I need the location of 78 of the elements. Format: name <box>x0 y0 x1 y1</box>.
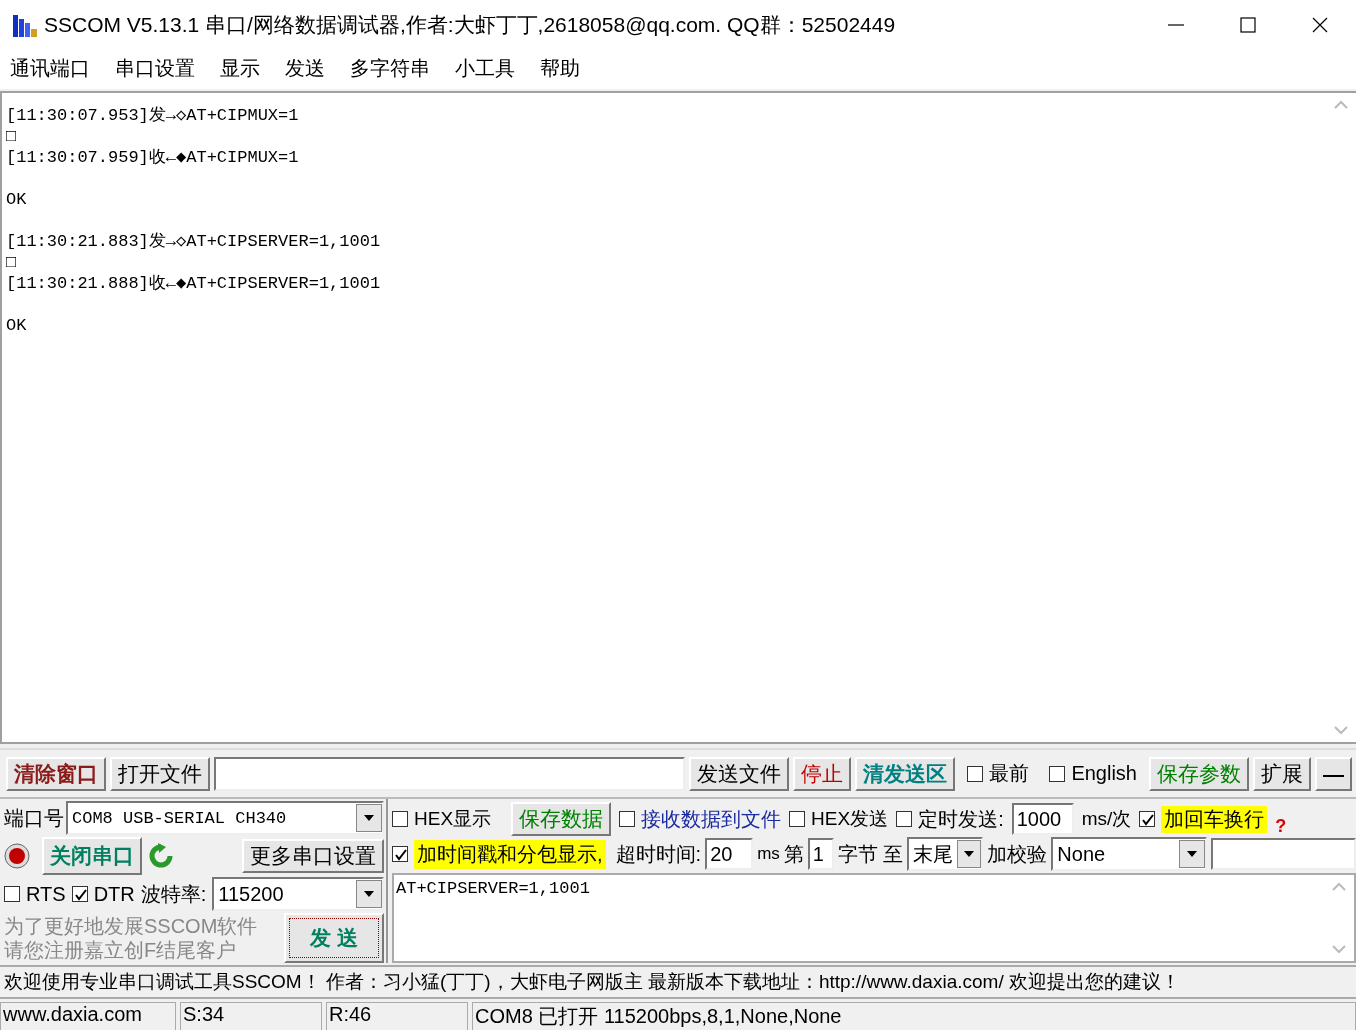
promo-text: 为了更好地发展SSCOM软件 请您注册嘉立创F结尾客户 <box>4 914 258 963</box>
checkbox-label: HEX显示 <box>414 807 492 832</box>
log-line: [11:30:21.883]发→◇AT+CIPSERVER=1,1001 <box>5 230 381 252</box>
window-title: SSCOM V5.13.1 串口/网络数据调试器,作者:大虾丁丁,2618058@qq.com. QQ群：52502449 <box>44 11 897 38</box>
file-path-field[interactable] <box>214 756 686 791</box>
refresh-icon[interactable] <box>148 843 174 870</box>
timeout-unit: ms <box>757 844 780 865</box>
log-line: OK <box>5 314 27 336</box>
checkbox-label: English <box>1071 762 1137 786</box>
menu-item[interactable]: 显示 <box>220 55 272 83</box>
checkbox-label: 最前 <box>989 761 1030 787</box>
maximize-icon[interactable] <box>1240 16 1256 33</box>
checkbox[interactable] <box>71 886 88 903</box>
checkbox[interactable] <box>1139 811 1156 828</box>
interval-unit: ms/次 <box>1081 807 1132 832</box>
timeout-label: 超时时间: <box>615 841 702 867</box>
toolbar-button[interactable]: 清除窗口 <box>6 756 106 791</box>
help-icon[interactable]: ? <box>1275 816 1287 838</box>
baud-rate-select[interactable]: 115200 <box>212 877 384 912</box>
toolbar-button[interactable]: 打开文件 <box>110 756 210 791</box>
close-port-button[interactable]: 关闭串口 <box>42 837 142 876</box>
log-line: [11:30:07.959]收←◆AT+CIPMUX=1 <box>5 146 299 168</box>
to-label: 字节 至 <box>837 841 904 867</box>
checkbox[interactable] <box>392 811 408 828</box>
log-line: [11:30:07.953]发→◇AT+CIPMUX=1 <box>5 104 299 126</box>
checkbox-label: HEX发送 <box>811 807 889 832</box>
check-icon <box>1140 812 1155 827</box>
interval-field[interactable]: 1000 <box>1011 803 1074 836</box>
end-select[interactable]: 末尾 <box>907 837 984 872</box>
checksum-field[interactable] <box>1211 838 1356 871</box>
checkbox[interactable] <box>392 846 408 863</box>
timeout-field[interactable]: 20 <box>705 838 754 871</box>
checkbox-label: RTS <box>26 882 66 906</box>
menu-item[interactable]: 通讯端口 <box>10 55 102 83</box>
checkbox[interactable] <box>789 811 806 828</box>
status-field: www.daxia.com <box>0 1002 176 1030</box>
status-field: S:34 <box>180 1002 322 1030</box>
toolbar-button[interactable]: 保存参数 <box>1149 756 1249 791</box>
toolbar-button[interactable]: 发送文件 <box>689 756 790 791</box>
status-field: COM8 已打开 115200bps,8,1,None,None <box>472 1002 1356 1030</box>
baud-rate-label: 波特率: <box>140 881 207 907</box>
checkbox[interactable] <box>619 811 636 828</box>
checkbox[interactable] <box>1049 765 1066 782</box>
log-line: □ <box>5 251 17 273</box>
menu-item[interactable]: 发送 <box>285 55 337 83</box>
log-line: □ <box>5 125 17 147</box>
checkbox-label: 接收数据到文件 <box>641 806 782 832</box>
checkbox[interactable] <box>4 886 20 903</box>
toolbar-button[interactable]: 扩展 <box>1253 756 1311 791</box>
port-label: 端口号 <box>4 805 64 831</box>
checkbox-label: 加时间戳和分包显示, <box>414 839 606 869</box>
ticker-text: 欢迎使用专业串口调试工具SSCOM！ 作者：习小猛(丁丁)，大虾电子网版主 最新版本下载地址：http://www.daxia.com/ 欢迎提出您的建议！ <box>0 965 1356 999</box>
checkbox-label: 定时发送: <box>918 806 1004 832</box>
checkbox[interactable] <box>967 765 984 782</box>
more-settings-button[interactable]: 更多串口设置 <box>242 839 384 874</box>
checkbox-label: DTR <box>93 882 135 906</box>
toolbar-button[interactable]: 清发送区 <box>855 756 956 791</box>
from-byte-field[interactable]: 1 <box>807 838 834 871</box>
check-icon <box>393 847 407 862</box>
toolbar-button[interactable]: 停止 <box>793 756 852 791</box>
send-button[interactable]: 发 送 <box>284 913 384 964</box>
check-icon <box>72 887 87 902</box>
close-icon[interactable] <box>1312 16 1328 33</box>
menu-item[interactable]: 帮助 <box>540 55 592 83</box>
toolbar-button[interactable]: — <box>1315 756 1352 791</box>
menu-item[interactable]: 小工具 <box>455 55 527 83</box>
checksum-select[interactable]: None <box>1051 837 1208 872</box>
port-select[interactable]: COM8 USB-SERIAL CH340 <box>66 801 384 836</box>
log-line: OK <box>5 188 27 210</box>
checksum-label: 加校验 <box>987 841 1048 867</box>
checkbox-label: 加回车换行 <box>1161 805 1268 833</box>
log-line: [11:30:21.888]收←◆AT+CIPSERVER=1,1001 <box>5 272 381 294</box>
save-data-button[interactable]: 保存数据 <box>511 802 612 837</box>
from-label: 第 <box>783 841 804 867</box>
status-field: R:46 <box>326 1002 468 1030</box>
menu-item[interactable]: 多字符串 <box>350 55 442 83</box>
menu-item[interactable]: 串口设置 <box>115 55 207 83</box>
checkbox[interactable] <box>896 811 913 828</box>
